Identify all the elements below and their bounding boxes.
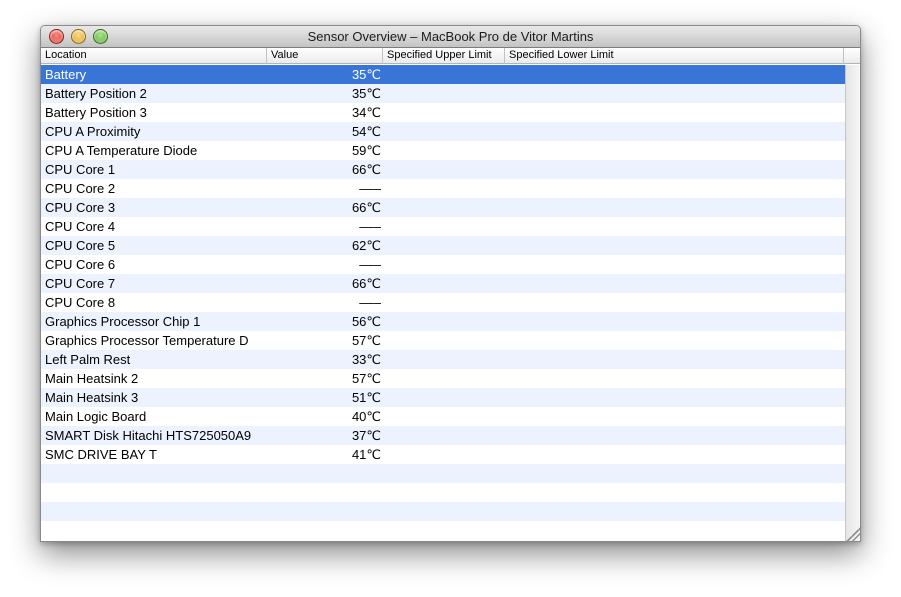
column-header-value[interactable]: Value (267, 48, 383, 64)
table-row[interactable]: Main Logic Board 40℃ (41, 407, 845, 426)
column-header-upper-limit[interactable]: Specified Upper Limit (383, 48, 505, 64)
vertical-scrollbar[interactable] (845, 65, 860, 541)
cell-location: CPU Core 5 (45, 238, 116, 253)
cell-value: 37℃ (351, 428, 381, 443)
cell-location: Main Heatsink 2 (45, 371, 139, 386)
cell-location: Battery Position 2 (45, 86, 147, 101)
cell-location: Main Heatsink 3 (45, 390, 139, 405)
sensor-table-body: Battery 35℃ Battery Position 2 35℃ Battery P… (41, 65, 845, 521)
table-row[interactable]: Graphics Processor Temperature D 57℃ (41, 331, 845, 350)
cell-location: CPU A Proximity (45, 124, 141, 139)
cell-value: 35℃ (351, 67, 381, 82)
cell-value: 41℃ (351, 447, 381, 462)
cell-value: 66℃ (351, 162, 381, 177)
table-row[interactable]: CPU Core 3 66℃ (41, 198, 845, 217)
zoom-icon[interactable] (93, 29, 108, 44)
table-row[interactable]: SMART Disk Hitachi HTS725050A9 37℃ (41, 426, 845, 445)
cell-location: Main Logic Board (45, 409, 147, 424)
cell-value: ––– (359, 295, 381, 310)
table-row[interactable]: CPU Core 7 66℃ (41, 274, 845, 293)
cell-value: ––– (359, 181, 381, 196)
table-row[interactable]: CPU A Temperature Diode 59℃ (41, 141, 845, 160)
cell-value: 34℃ (351, 105, 381, 120)
cell-value: 66℃ (351, 200, 381, 215)
cell-value: 59℃ (351, 143, 381, 158)
table-row[interactable]: CPU Core 4 ––– (41, 217, 845, 236)
cell-value: 62℃ (351, 238, 381, 253)
cell-value: 40℃ (351, 409, 381, 424)
table-header: Location Value Specified Upper Limit Spe… (41, 48, 860, 64)
cell-value: 35℃ (351, 86, 381, 101)
cell-location: CPU Core 3 (45, 200, 116, 215)
cell-location: CPU Core 8 (45, 295, 116, 310)
cell-location: Left Palm Rest (45, 352, 131, 367)
empty-row (41, 483, 845, 502)
table-row[interactable]: Battery Position 3 34℃ (41, 103, 845, 122)
column-header-location[interactable]: Location (41, 48, 267, 64)
table-row[interactable]: Left Palm Rest 33℃ (41, 350, 845, 369)
cell-value: ––– (359, 257, 381, 272)
cell-location: Battery (45, 67, 87, 82)
cell-location: Graphics Processor Temperature D (45, 333, 249, 348)
resize-grip-icon[interactable] (845, 526, 860, 541)
table-row[interactable]: Main Heatsink 2 57℃ (41, 369, 845, 388)
cell-location: CPU Core 1 (45, 162, 116, 177)
table-row[interactable]: CPU A Proximity 54℃ (41, 122, 845, 141)
cell-value: 33℃ (351, 352, 381, 367)
cell-location: CPU Core 2 (45, 181, 116, 196)
cell-value: ––– (359, 219, 381, 234)
header-corner (844, 48, 860, 64)
cell-value: 54℃ (351, 124, 381, 139)
cell-location: Battery Position 3 (45, 105, 147, 120)
table-row[interactable]: Graphics Processor Chip 1 56℃ (41, 312, 845, 331)
empty-row (41, 502, 845, 521)
cell-location: CPU Core 6 (45, 257, 116, 272)
cell-location: SMC DRIVE BAY T (45, 447, 157, 462)
cell-location: CPU Core 7 (45, 276, 116, 291)
table-row[interactable]: CPU Core 5 62℃ (41, 236, 845, 255)
empty-row (41, 464, 845, 483)
title-bar[interactable]: Sensor Overview – MacBook Pro de Vitor M… (41, 26, 860, 48)
table-row[interactable]: CPU Core 6 ––– (41, 255, 845, 274)
close-icon[interactable] (49, 29, 64, 44)
table-row[interactable]: SMC DRIVE BAY T 41℃ (41, 445, 845, 464)
window-controls (49, 29, 108, 44)
sensor-overview-window: Sensor Overview – MacBook Pro de Vitor M… (40, 25, 861, 542)
cell-value: 51℃ (351, 390, 381, 405)
table-row[interactable]: CPU Core 2 ––– (41, 179, 845, 198)
table-row[interactable]: Battery 35℃ (41, 65, 845, 84)
table-row[interactable]: CPU Core 1 66℃ (41, 160, 845, 179)
cell-location: CPU A Temperature Diode (45, 143, 198, 158)
table-row[interactable]: Main Heatsink 3 51℃ (41, 388, 845, 407)
cell-value: 66℃ (351, 276, 381, 291)
cell-location: Graphics Processor Chip 1 (45, 314, 201, 329)
table-row[interactable]: Battery Position 2 35℃ (41, 84, 845, 103)
column-header-lower-limit[interactable]: Specified Lower Limit (505, 48, 844, 64)
cell-value: 56℃ (351, 314, 381, 329)
window-title: Sensor Overview – MacBook Pro de Vitor M… (307, 29, 594, 44)
cell-location: SMART Disk Hitachi HTS725050A9 (45, 428, 252, 443)
cell-value: 57℃ (351, 333, 381, 348)
minimize-icon[interactable] (71, 29, 86, 44)
table-row[interactable]: CPU Core 8 ––– (41, 293, 845, 312)
cell-location: CPU Core 4 (45, 219, 116, 234)
cell-value: 57℃ (351, 371, 381, 386)
